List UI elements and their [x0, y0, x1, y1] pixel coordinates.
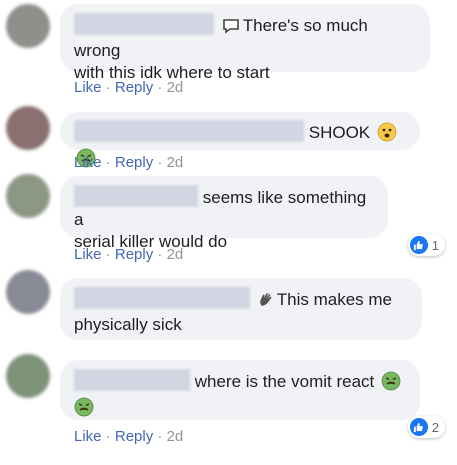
- like-link[interactable]: Like: [74, 154, 102, 171]
- blurred-author-name[interactable]: [74, 13, 214, 35]
- reply-link[interactable]: Reply: [115, 428, 153, 445]
- timestamp[interactable]: 2d: [167, 428, 184, 445]
- timestamp[interactable]: 2d: [167, 79, 184, 96]
- reaction-count-value: 1: [431, 237, 439, 253]
- reply-link[interactable]: Reply: [115, 154, 153, 171]
- avatar[interactable]: [6, 4, 50, 48]
- blurred-author-name[interactable]: [74, 287, 250, 309]
- comment-text-line2: physically sick: [74, 315, 182, 334]
- separator: ·: [157, 154, 163, 171]
- reaction-count[interactable]: 1: [407, 234, 445, 256]
- comment-bubble: seems like something a serial killer wou…: [60, 176, 388, 251]
- reaction-count[interactable]: 2: [407, 416, 445, 438]
- blurred-author-name[interactable]: [74, 185, 198, 207]
- waving-hand-icon: [258, 292, 274, 314]
- avatar[interactable]: [6, 174, 50, 218]
- comment-actions: Like · Reply · 2d: [74, 79, 183, 96]
- separator: ·: [157, 428, 163, 445]
- reply-link[interactable]: Reply: [115, 79, 153, 96]
- separator: ·: [105, 428, 111, 445]
- comment-text-line1: This makes me: [276, 290, 392, 309]
- avatar[interactable]: [6, 106, 50, 150]
- comment-bubble: where is the vomit react: [60, 360, 420, 420]
- separator: ·: [157, 246, 163, 263]
- timestamp[interactable]: 2d: [167, 246, 184, 263]
- reaction-count-value: 2: [431, 419, 439, 435]
- comment-actions: Like · Reply · 2d: [74, 428, 183, 445]
- blurred-author-name[interactable]: [74, 369, 190, 391]
- comment-actions: Like · Reply · 2d: [74, 154, 183, 171]
- comment-bubble: There's so much wrong with this idk wher…: [60, 4, 430, 82]
- separator: ·: [105, 246, 111, 263]
- like-link[interactable]: Like: [74, 428, 102, 445]
- nauseated-face-icon: [74, 397, 94, 423]
- separator: ·: [105, 154, 111, 171]
- separator: ·: [157, 79, 163, 96]
- nauseated-face-icon: [381, 371, 401, 397]
- comment-bubble: SHOOK: [60, 112, 420, 168]
- comment-bubble: This makes me physically sick: [60, 278, 422, 340]
- woozy-face-icon: [377, 122, 397, 148]
- separator: ·: [105, 79, 111, 96]
- avatar[interactable]: [6, 270, 50, 314]
- thumbs-up-icon: [409, 236, 428, 254]
- reply-link[interactable]: Reply: [115, 246, 153, 263]
- comment-actions: Like · Reply · 2d: [74, 246, 183, 263]
- comment-text: SHOOK: [308, 123, 371, 142]
- comment-text-line1: where is the vomit react: [194, 372, 375, 391]
- like-link[interactable]: Like: [74, 79, 102, 96]
- timestamp[interactable]: 2d: [167, 154, 184, 171]
- like-link[interactable]: Like: [74, 246, 102, 263]
- chat-bubble-icon: [222, 18, 240, 40]
- blurred-author-name[interactable]: [74, 120, 304, 142]
- thumbs-up-icon: [409, 418, 428, 436]
- avatar[interactable]: [6, 354, 50, 398]
